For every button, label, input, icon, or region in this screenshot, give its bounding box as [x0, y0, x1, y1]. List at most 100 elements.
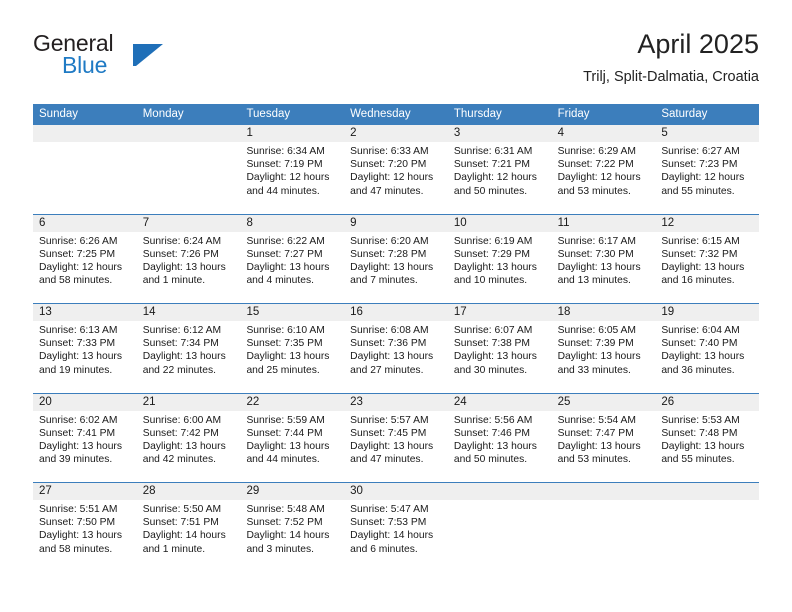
- calendar-day-cell[interactable]: 23 Sunrise: 5:57 AM Sunset: 7:45 PM Dayligh…: [344, 393, 448, 483]
- day-of-week-saturday: Saturday: [661, 108, 708, 120]
- day-detail-line: Sunrise: 6:12 AM: [142, 325, 222, 336]
- day-detail-line: Sunrise: 5:48 AM: [246, 504, 325, 515]
- day-detail-line: Sunset: 7:34 PM: [142, 338, 219, 350]
- day-detail-line: and 58 minutes.: [39, 275, 113, 287]
- calendar-day-cell[interactable]: 22 Sunrise: 5:59 AM Sunset: 7:44 PM Dayligh…: [240, 393, 345, 483]
- calendar-day-cell[interactable]: 15 Sunrise: 6:10 AM Sunset: 7:35 PM Dayligh…: [240, 304, 345, 393]
- calendar-day-cell[interactable]: 5 Sunrise: 6:27 AM Sunset: 7:23 PM Daylight…: [655, 125, 760, 214]
- day-detail-line: Sunrise: 6:27 AM: [661, 146, 740, 157]
- day-detail-text: Sunrise: 6:00 AM Sunset: 7:42 PM Daylight:…: [137, 411, 241, 467]
- day-number: 26: [661, 395, 675, 408]
- calendar-day-cell[interactable]: 25 Sunrise: 5:54 AM Sunset: 7:47 PM Dayligh…: [551, 393, 656, 483]
- day-detail-line: Daylight: 12 hours: [246, 172, 330, 184]
- day-of-week-friday: Friday: [557, 108, 590, 120]
- day-detail-line: Daylight: 13 hours: [350, 261, 434, 273]
- calendar-day-cell[interactable]: 13 Sunrise: 6:13 AM Sunset: 7:33 PM Dayligh…: [33, 304, 137, 393]
- calendar-day-cell[interactable]: 6 Sunrise: 6:26 AM Sunset: 7:25 PM Daylight…: [33, 214, 137, 304]
- calendar-week-row: 1 Sunrise: 6:34 AM Sunset: 7:19 PM Daylight…: [33, 125, 760, 214]
- calendar-day-cell[interactable]: 17 Sunrise: 6:07 AM Sunset: 7:38 PM Dayligh…: [447, 304, 552, 393]
- calendar-day-cell[interactable]: 29 Sunrise: 5:48 AM Sunset: 7:52 PM Dayligh…: [240, 483, 345, 572]
- calendar-empty-cell: [551, 483, 656, 572]
- calendar-day-cell[interactable]: 18 Sunrise: 6:05 AM Sunset: 7:39 PM Dayligh…: [551, 304, 656, 393]
- day-detail-text: Sunrise: 6:20 AM Sunset: 7:28 PM Daylight:…: [344, 232, 448, 288]
- day-number: [655, 483, 759, 500]
- day-detail-line: Sunset: 7:47 PM: [557, 427, 634, 439]
- day-detail-line: and 50 minutes.: [453, 185, 528, 197]
- day-detail-line: Daylight: 13 hours: [557, 261, 641, 273]
- day-detail-line: Daylight: 13 hours: [350, 351, 434, 363]
- calendar-day-cell[interactable]: 20 Sunrise: 6:02 AM Sunset: 7:41 PM Dayligh…: [33, 393, 137, 483]
- calendar-day-cell[interactable]: 16 Sunrise: 6:08 AM Sunset: 7:36 PM Dayligh…: [344, 304, 448, 393]
- calendar-day-cell[interactable]: 10 Sunrise: 6:19 AM Sunset: 7:29 PM Dayligh…: [447, 214, 552, 304]
- calendar-day-cell[interactable]: 24 Sunrise: 5:56 AM Sunset: 7:46 PM Dayligh…: [447, 393, 552, 483]
- calendar-day-cell[interactable]: 30 Sunrise: 5:47 AM Sunset: 7:53 PM Dayligh…: [344, 483, 448, 572]
- day-detail-line: Sunrise: 6:02 AM: [39, 414, 118, 426]
- day-detail-text: [33, 142, 137, 145]
- day-detail-line: Daylight: 13 hours: [661, 261, 745, 273]
- day-detail-line: Sunset: 7:21 PM: [453, 159, 531, 171]
- day-detail-line: Daylight: 13 hours: [453, 261, 537, 273]
- day-detail-line: Sunset: 7:52 PM: [246, 517, 323, 529]
- day-detail-line: and 10 minutes.: [453, 275, 528, 287]
- calendar-empty-cell: [655, 483, 760, 572]
- calendar-day-cell[interactable]: 14 Sunrise: 6:12 AM Sunset: 7:34 PM Dayligh…: [136, 304, 241, 393]
- calendar-day-cell[interactable]: 1 Sunrise: 6:34 AM Sunset: 7:19 PM Daylight…: [240, 125, 345, 214]
- day-detail-line: Sunset: 7:25 PM: [39, 248, 116, 260]
- calendar-day-cell[interactable]: 19 Sunrise: 6:04 AM Sunset: 7:40 PM Dayligh…: [655, 304, 760, 393]
- day-detail-text: Sunrise: 6:31 AM Sunset: 7:21 PM Daylight:…: [448, 142, 552, 198]
- day-detail-line: and 44 minutes.: [246, 454, 320, 466]
- day-detail-line: Sunset: 7:46 PM: [453, 427, 531, 439]
- calendar-day-cell[interactable]: 2 Sunrise: 6:33 AM Sunset: 7:20 PM Daylight…: [344, 125, 448, 214]
- day-number: 3: [453, 127, 461, 139]
- calendar-week-cells: 1 Sunrise: 6:34 AM Sunset: 7:19 PM Daylight…: [33, 125, 760, 214]
- day-detail-line: Sunrise: 6:26 AM: [39, 235, 118, 247]
- day-detail-line: and 7 minutes.: [350, 275, 418, 287]
- day-detail-line: Sunset: 7:50 PM: [39, 517, 116, 529]
- calendar-day-cell[interactable]: 9 Sunrise: 6:20 AM Sunset: 7:28 PM Daylight…: [344, 214, 448, 304]
- day-detail-line: Sunset: 7:36 PM: [350, 338, 427, 350]
- day-detail-line: Daylight: 13 hours: [39, 351, 122, 363]
- day-detail-line: Sunset: 7:45 PM: [350, 427, 427, 439]
- day-detail-text: [655, 500, 759, 503]
- day-detail-text: [552, 500, 656, 503]
- day-number: 28: [142, 485, 156, 497]
- day-detail-line: and 22 minutes.: [142, 364, 216, 376]
- day-of-week-tuesday: Tuesday: [246, 108, 291, 120]
- day-number: 6: [39, 216, 46, 229]
- day-detail-line: and 53 minutes.: [557, 454, 631, 466]
- day-number: 5: [661, 127, 668, 139]
- calendar-day-cell[interactable]: 4 Sunrise: 6:29 AM Sunset: 7:22 PM Daylight…: [551, 125, 656, 214]
- calendar-empty-cell: [447, 483, 552, 572]
- day-detail-line: Sunrise: 6:07 AM: [453, 325, 533, 336]
- day-detail-line: Sunset: 7:23 PM: [661, 159, 738, 171]
- day-number: [33, 125, 137, 142]
- day-of-week-header-row: Sunday Monday Tuesday Wednesday Thursday Frid…: [33, 104, 759, 125]
- day-detail-line: and 53 minutes.: [557, 185, 631, 197]
- calendar-day-cell[interactable]: 28 Sunrise: 5:50 AM Sunset: 7:51 PM Dayligh…: [136, 483, 241, 572]
- day-detail-line: Sunset: 7:27 PM: [246, 248, 323, 260]
- calendar-day-cell[interactable]: 27 Sunrise: 5:51 AM Sunset: 7:50 PM Dayligh…: [33, 483, 137, 572]
- day-detail-line: and 55 minutes.: [661, 185, 735, 197]
- calendar-page: General Blue April 2025 Trilj, Split-Dal…: [0, 0, 792, 612]
- calendar-day-cell[interactable]: 11 Sunrise: 6:17 AM Sunset: 7:30 PM Dayligh…: [551, 214, 656, 304]
- day-detail-line: and 16 minutes.: [661, 275, 735, 287]
- day-detail-text: Sunrise: 6:33 AM Sunset: 7:20 PM Daylight:…: [344, 142, 448, 198]
- calendar-day-cell[interactable]: 12 Sunrise: 6:15 AM Sunset: 7:32 PM Dayligh…: [655, 214, 760, 304]
- calendar-day-cell[interactable]: 7 Sunrise: 6:24 AM Sunset: 7:26 PM Daylight…: [136, 214, 241, 304]
- day-detail-line: Sunrise: 6:00 AM: [142, 414, 222, 426]
- calendar-day-cell[interactable]: 26 Sunrise: 5:53 AM Sunset: 7:48 PM Dayligh…: [655, 393, 760, 483]
- calendar-day-cell[interactable]: 3 Sunrise: 6:31 AM Sunset: 7:21 PM Daylight…: [447, 125, 552, 214]
- day-detail-line: Daylight: 12 hours: [557, 172, 641, 184]
- day-detail-line: Sunset: 7:30 PM: [557, 248, 634, 260]
- calendar-day-cell[interactable]: 21 Sunrise: 6:00 AM Sunset: 7:42 PM Dayligh…: [136, 393, 241, 483]
- day-detail-text: Sunrise: 5:57 AM Sunset: 7:45 PM Daylight:…: [344, 411, 448, 467]
- day-detail-text: Sunrise: 5:50 AM Sunset: 7:51 PM Daylight:…: [137, 500, 241, 556]
- calendar-empty-cell: [33, 125, 137, 214]
- day-detail-line: and 13 minutes.: [557, 275, 631, 287]
- flag-triangle-icon: [133, 44, 163, 66]
- calendar-day-cell[interactable]: 8 Sunrise: 6:22 AM Sunset: 7:27 PM Daylight…: [240, 214, 345, 304]
- day-number: 20: [39, 395, 52, 408]
- day-detail-text: Sunrise: 6:27 AM Sunset: 7:23 PM Daylight:…: [655, 142, 759, 198]
- day-detail-line: Daylight: 13 hours: [246, 261, 330, 273]
- day-detail-line: Sunset: 7:38 PM: [453, 338, 531, 350]
